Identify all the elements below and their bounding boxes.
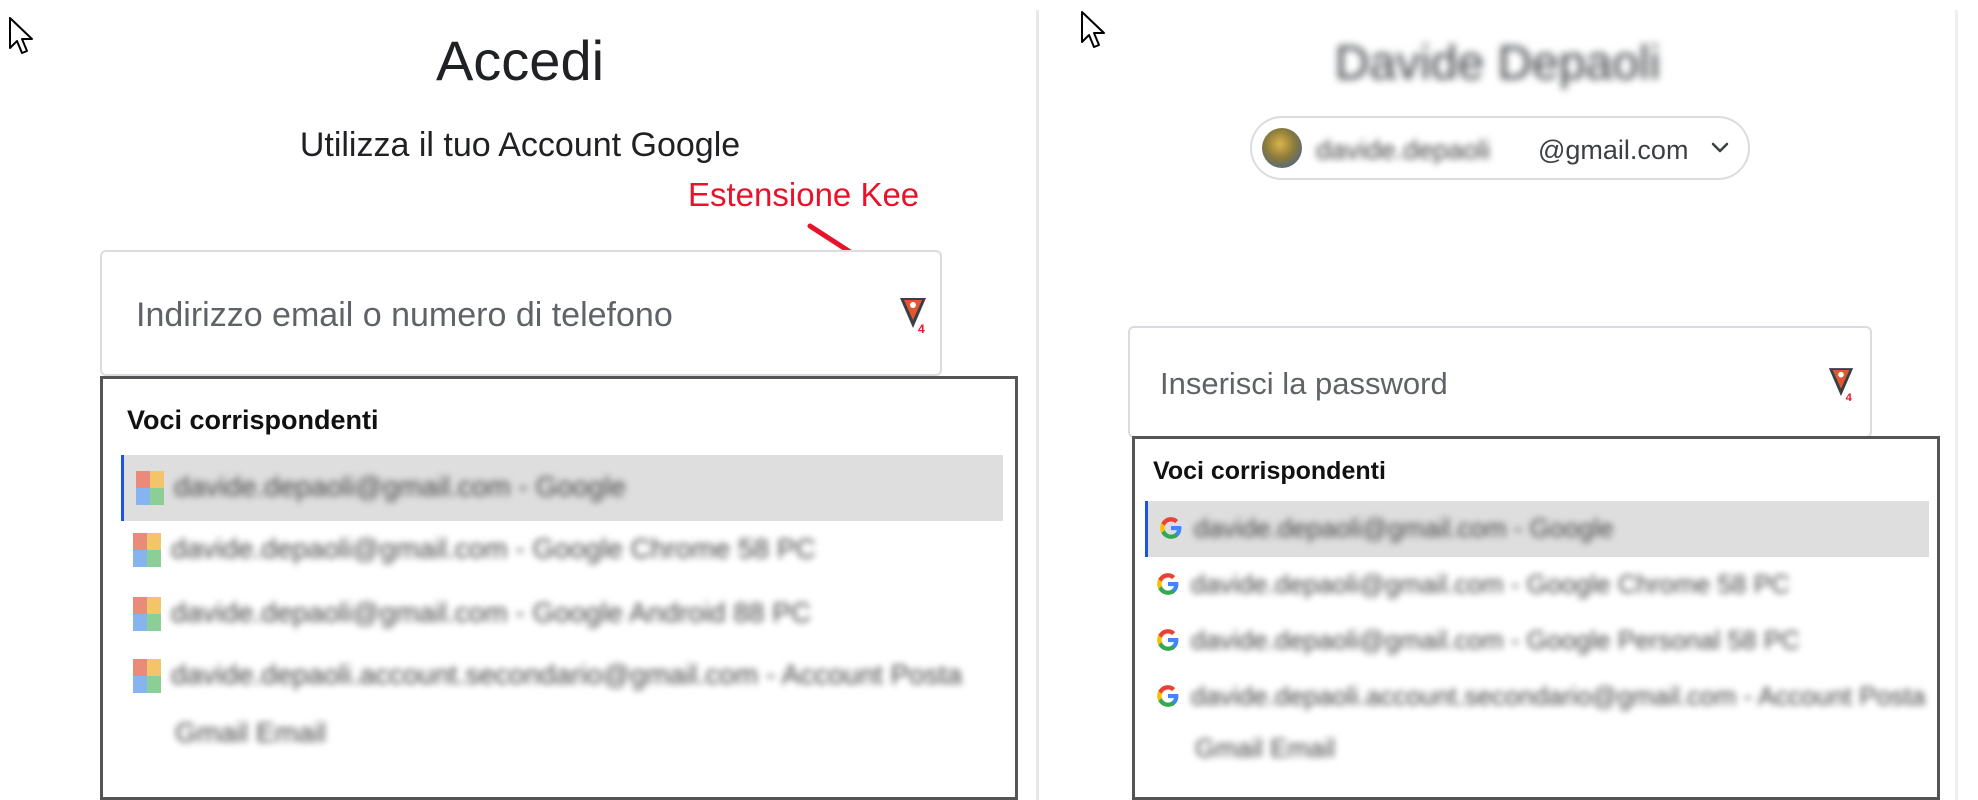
suggestion-label: davide.depaoli@gmail.com - Google	[174, 471, 626, 502]
suggestion-item[interactable]: davide.depaoli@gmail.com - Google	[121, 455, 1003, 521]
password-field-placeholder: Inserisci la password	[1160, 366, 1448, 401]
suggestion-item[interactable]: davide.depaoli@gmail.com - Google Person…	[1145, 613, 1929, 669]
google-g-icon	[1157, 573, 1179, 595]
dropdown-header: Voci corrispondenti	[1153, 457, 1386, 485]
password-field[interactable]: Inserisci la password 4	[1128, 326, 1872, 438]
suggestion-label: davide.depaoli.account.secondario@gmail.…	[171, 659, 963, 690]
account-email-domain: @gmail.com	[1538, 135, 1689, 165]
suggestion-item[interactable]: davide.depaoli.account.secondario@gmail.…	[1145, 669, 1929, 779]
suggestion-label: davide.depaoli@gmail.com - Google Chrome…	[171, 533, 816, 564]
kee-extension-icon[interactable]: 4	[1827, 366, 1855, 402]
profile-name: Davide Depaoli	[1334, 37, 1661, 90]
suggestion-label: davide.depaoli@gmail.com - Google Chrome…	[1191, 569, 1790, 599]
site-favicon-icon	[136, 471, 164, 505]
suggestion-item[interactable]: davide.depaoli.account.secondario@gmail.…	[121, 645, 1003, 765]
google-g-icon	[1157, 629, 1179, 651]
suggestion-label: davide.depaoli@gmail.com - Google Androi…	[171, 597, 812, 628]
annotation-label: Estensione Kee	[688, 176, 920, 213]
avatar	[1262, 128, 1302, 168]
suggestion-item[interactable]: davide.depaoli@gmail.com - Google Chrome…	[121, 519, 1003, 581]
dropdown-header: Voci corrispondenti	[127, 405, 379, 435]
site-favicon-icon	[133, 597, 161, 631]
suggestion-label-continued: Gmail Email	[1195, 733, 1336, 763]
suggestion-item[interactable]: davide.depaoli@gmail.com - Google Androi…	[121, 583, 1003, 645]
suggestion-label: davide.depaoli@gmail.com - Google Person…	[1191, 625, 1800, 655]
page-subtitle: Utilizza il tuo Account Google	[299, 126, 741, 164]
google-g-icon	[1157, 685, 1179, 707]
page-title: Accedi	[435, 29, 605, 92]
chevron-down-icon	[1711, 142, 1729, 153]
kee-badge-count: 4	[918, 322, 925, 334]
kee-suggestions-dropdown: Voci corrispondenti davide.depaoli@gmail…	[1132, 436, 1940, 800]
suggestion-item[interactable]: davide.depaoli@gmail.com - Google Chrome…	[1145, 557, 1929, 613]
email-field-placeholder: Indirizzo email o numero di telefono	[136, 296, 673, 334]
suggestion-label: davide.depaoli@gmail.com - Google	[1194, 513, 1614, 543]
suggestion-item[interactable]: davide.depaoli@gmail.com - Google	[1145, 501, 1929, 557]
site-favicon-icon	[133, 659, 161, 693]
screenshot-stage: Accedi Utilizza il tuo Account Google Es…	[0, 0, 1978, 800]
account-chip[interactable]: davide.depaoli @gmail.com	[1250, 116, 1750, 180]
kee-suggestions-dropdown: Voci corrispondenti davide.depaoli@gmail…	[100, 376, 1018, 800]
kee-badge-count: 4	[1846, 392, 1853, 402]
suggestion-label: davide.depaoli.account.secondario@gmail.…	[1191, 681, 1926, 711]
email-field[interactable]: Indirizzo email o numero di telefono 4	[100, 250, 942, 376]
google-g-icon	[1160, 517, 1182, 539]
suggestion-label-continued: Gmail Email	[175, 717, 326, 748]
site-favicon-icon	[133, 533, 161, 567]
kee-extension-icon[interactable]: 4	[898, 296, 928, 334]
account-email-hidden: davide.depaoli	[1316, 135, 1491, 165]
panel-edge	[1955, 10, 1958, 800]
